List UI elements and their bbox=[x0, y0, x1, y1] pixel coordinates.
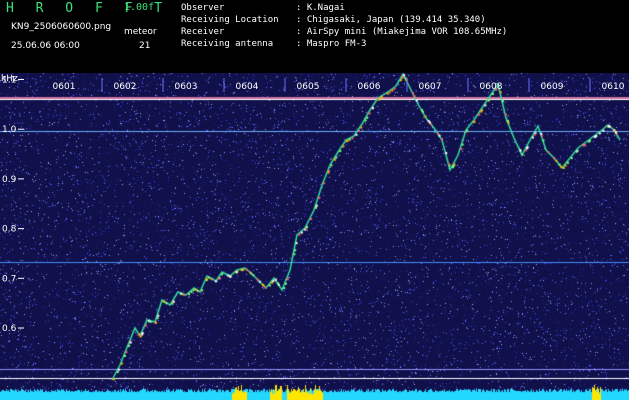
observer-value: : K.Nagai bbox=[296, 3, 345, 13]
info-header: H R O F F T 1.00f KN9_2506060600.png 25.… bbox=[0, 0, 629, 74]
khz-unit-label: kHz bbox=[1, 74, 18, 84]
receiver-value: : AirSpy mini (Miakejima VOR 108.65MHz) bbox=[296, 27, 508, 37]
receiver-label: Receiver bbox=[181, 27, 225, 37]
version-label: 1.00f bbox=[124, 2, 155, 13]
observer-label: Observer bbox=[181, 3, 225, 13]
antenna-value: : Maspro FM-3 bbox=[296, 39, 367, 49]
datetime-label: 25.06.06 06:00 bbox=[11, 41, 80, 51]
filename-label: KN9_2506060600.png bbox=[11, 22, 112, 32]
meteor-label: meteor bbox=[124, 27, 157, 37]
meteor-count: 21 bbox=[139, 41, 151, 51]
spectrogram-canvas bbox=[0, 73, 629, 400]
antenna-label: Receiving antenna bbox=[181, 39, 274, 49]
location-value: : Chigasaki, Japan (139.414 35.340) bbox=[296, 15, 486, 25]
location-label: Receiving Location bbox=[181, 15, 279, 25]
